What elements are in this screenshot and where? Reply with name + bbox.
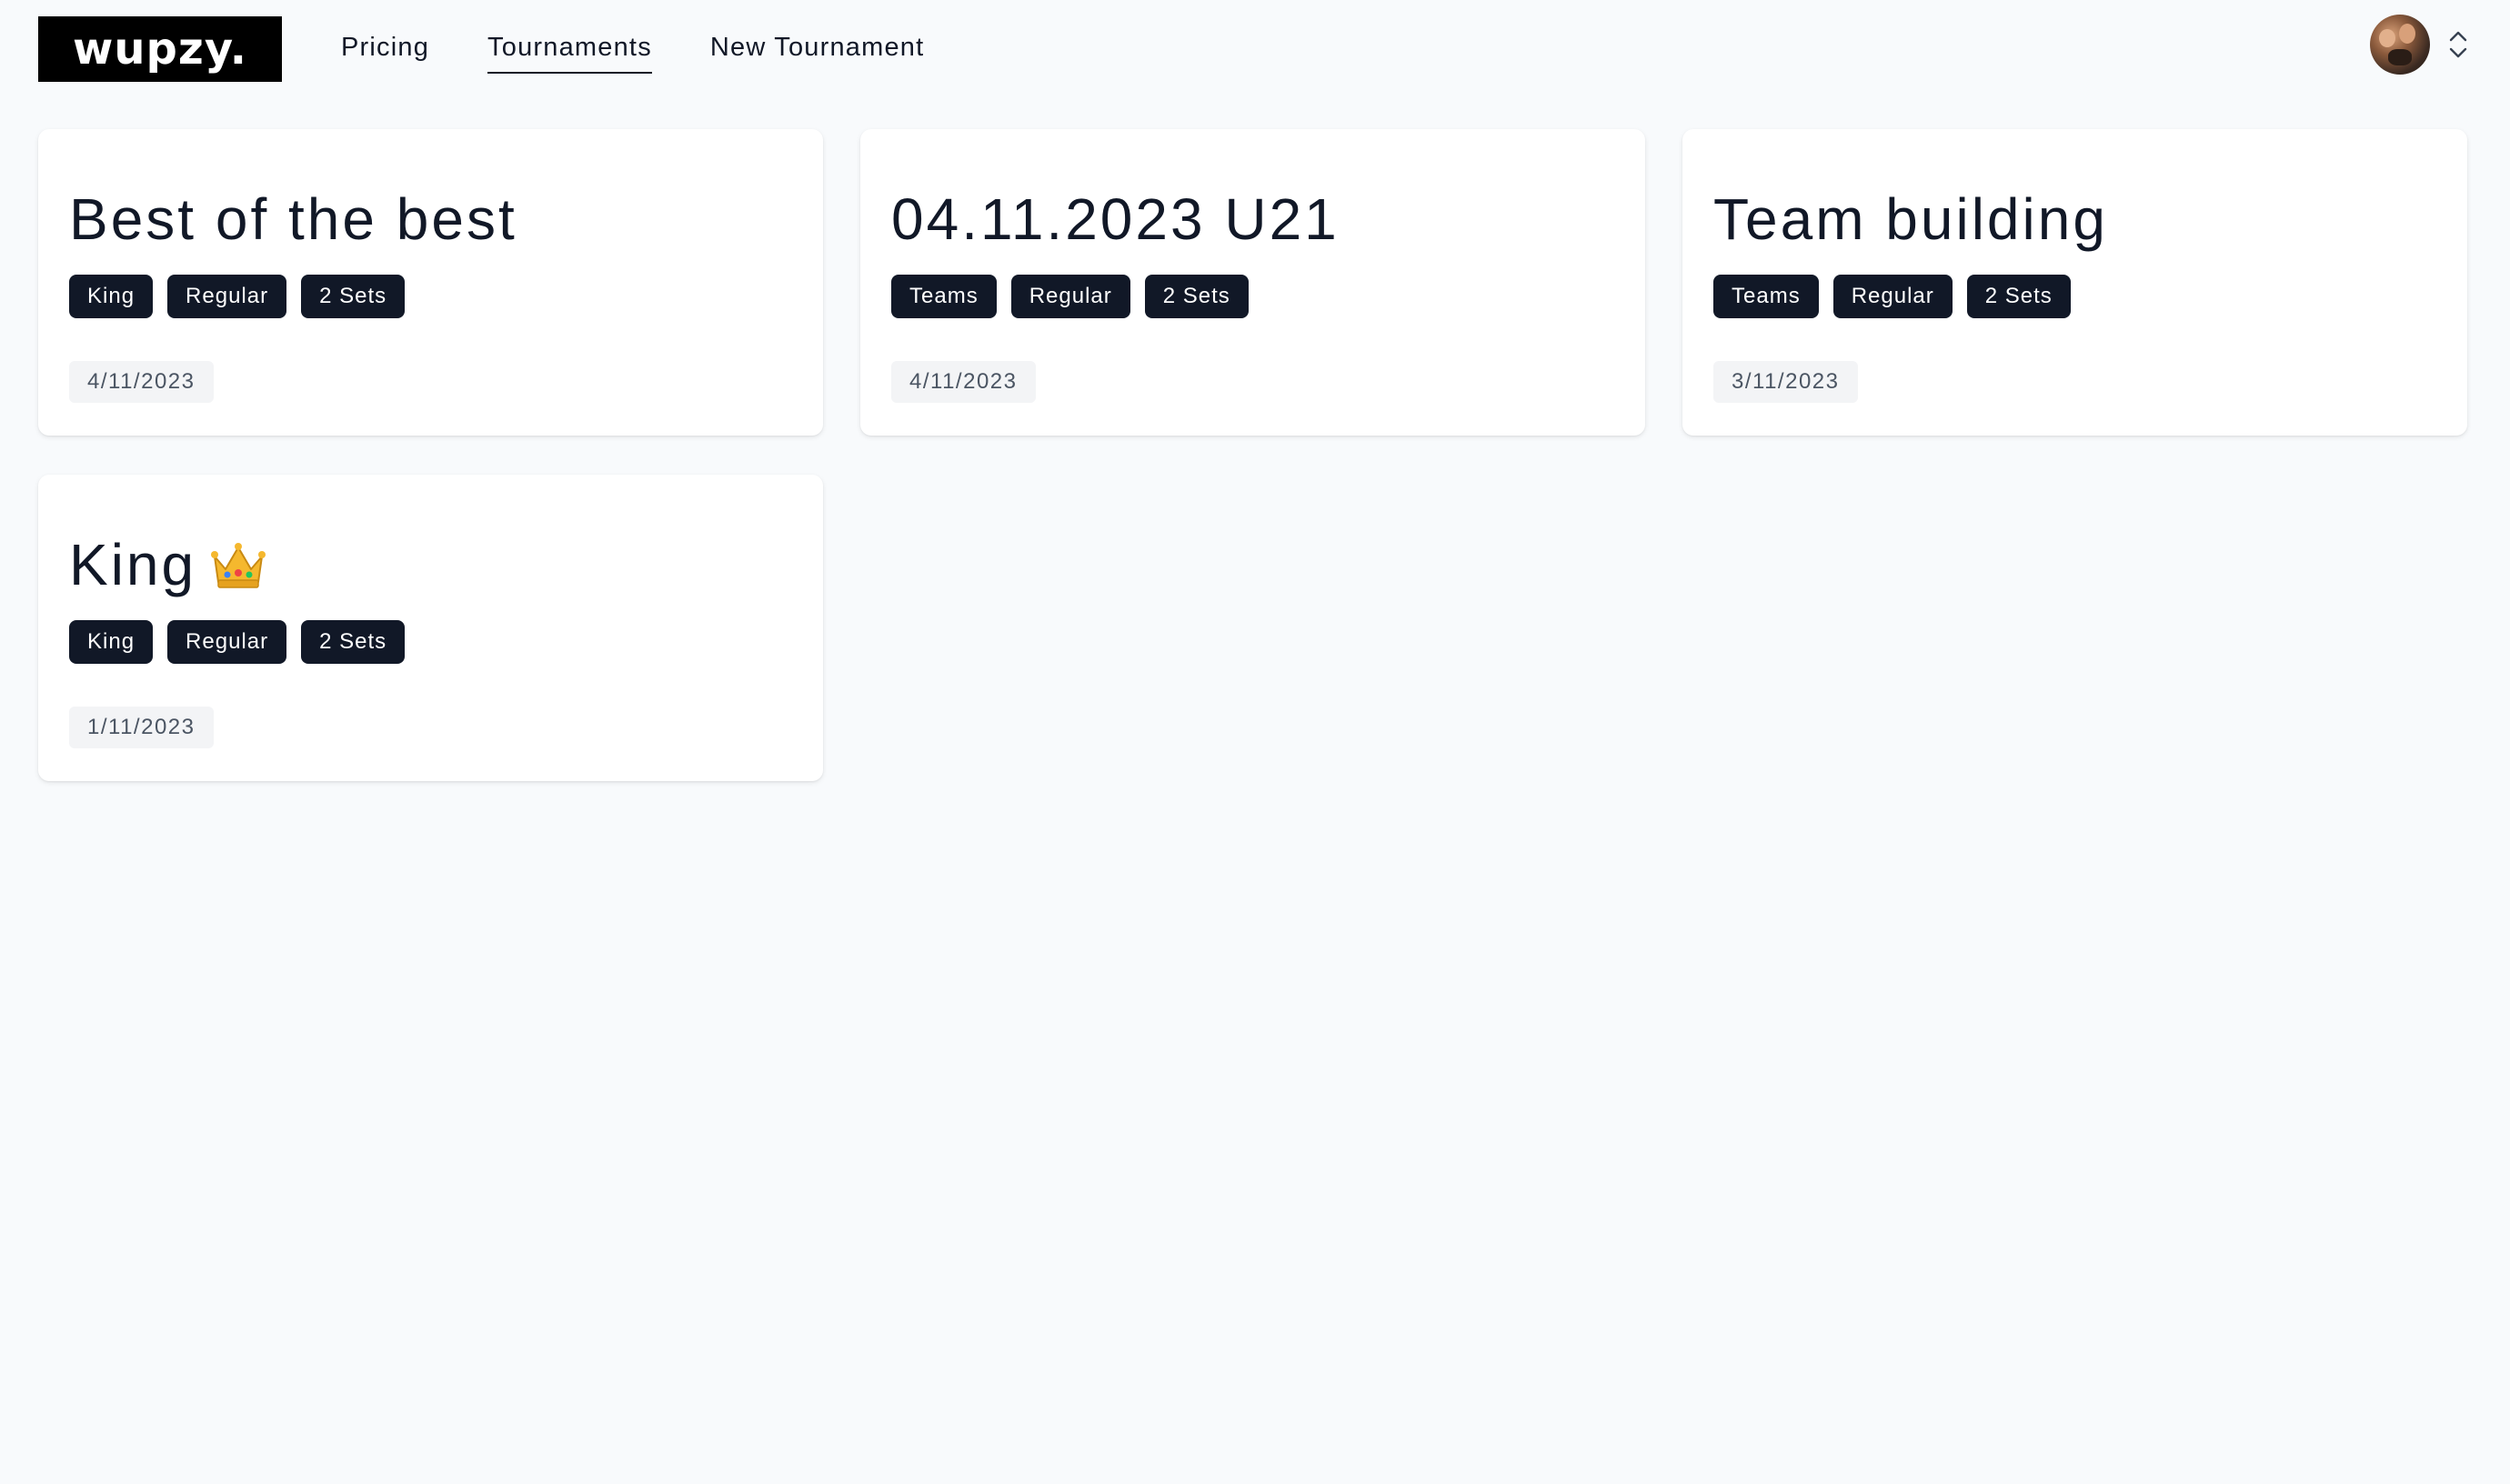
tag-chip: Regular	[167, 620, 287, 664]
nav-tournaments-link[interactable]: Tournaments	[487, 33, 652, 74]
tournament-tags: Teams Regular 2 Sets	[1713, 275, 2071, 318]
tag-chip: 2 Sets	[1966, 275, 2071, 318]
tournament-title: 04.11.2023 U21	[891, 186, 1340, 252]
tag-chip: Regular	[1010, 275, 1130, 318]
tag-chip: 2 Sets	[1144, 275, 1249, 318]
tag-chip: Regular	[167, 275, 287, 318]
crown-icon	[211, 536, 266, 603]
tournament-card[interactable]: Team building Teams Regular 2 Sets 3/11/…	[1682, 129, 2467, 436]
nav-new-tournament-link[interactable]: New Tournament	[710, 33, 925, 74]
wupzy-logo[interactable]: wupzy.	[38, 16, 282, 82]
tournament-tags: King Regular 2 Sets	[69, 275, 406, 318]
tag-chip: King	[69, 620, 154, 664]
tournament-tags: Teams Regular 2 Sets	[891, 275, 1249, 318]
tournament-title: Best of the best	[69, 186, 517, 252]
tournament-card[interactable]: King King Regular 2 Sets 1/11/2023	[38, 475, 823, 781]
tournament-card[interactable]: 04.11.2023 U21 Teams Regular 2 Sets 4/11…	[860, 129, 1645, 436]
tournament-date: 4/11/2023	[69, 361, 214, 403]
tag-chip: Teams	[1713, 275, 1819, 318]
top-navbar: wupzy. Pricing Tournaments New Tournamen…	[0, 0, 2510, 100]
tournament-card[interactable]: Best of the best King Regular 2 Sets 4/1…	[38, 129, 823, 436]
tournament-title: King	[69, 531, 266, 603]
user-avatar[interactable]	[2370, 15, 2430, 75]
tournament-tags: King Regular 2 Sets	[69, 620, 406, 664]
tournament-title: Team building	[1713, 186, 2108, 252]
tag-chip: King	[69, 275, 154, 318]
tag-chip: 2 Sets	[301, 275, 406, 318]
tournament-date: 4/11/2023	[891, 361, 1036, 403]
user-menu[interactable]	[2370, 15, 2468, 75]
main-nav: Pricing Tournaments New Tournament	[341, 33, 982, 74]
tag-chip: Regular	[1832, 275, 1953, 318]
tag-chip: 2 Sets	[301, 620, 406, 664]
chevron-up-down-icon[interactable]	[2448, 30, 2468, 59]
tournament-date: 3/11/2023	[1713, 361, 1858, 403]
tag-chip: Teams	[891, 275, 997, 318]
tournament-date: 1/11/2023	[69, 707, 214, 748]
tournament-title-text: King	[69, 532, 197, 597]
nav-pricing-link[interactable]: Pricing	[341, 33, 429, 74]
